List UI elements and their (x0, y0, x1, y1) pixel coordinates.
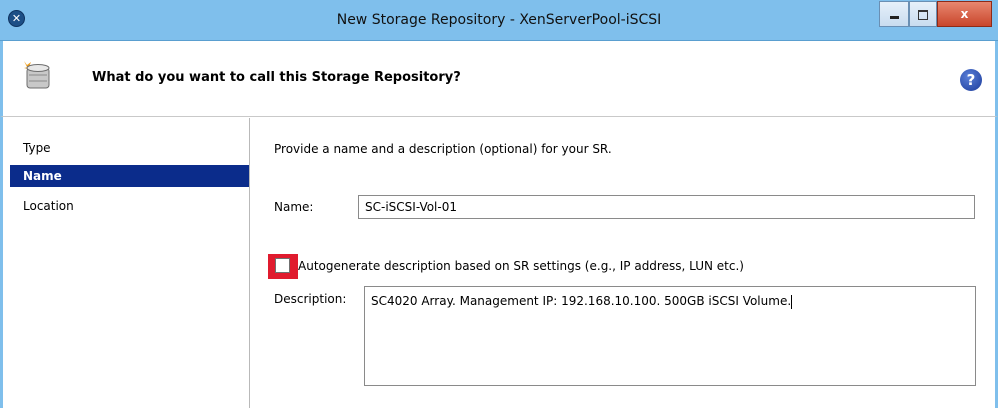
sidebar-item-type[interactable]: Type (10, 137, 249, 159)
storage-repository-icon (24, 61, 50, 89)
description-field[interactable]: SC4020 Array. Management IP: 192.168.10.… (364, 286, 976, 386)
wizard-header: What do you want to call this Storage Re… (0, 41, 998, 117)
autogenerate-checkbox[interactable] (275, 258, 290, 273)
close-icon: x (960, 7, 969, 21)
intro-text: Provide a name and a description (option… (274, 142, 612, 156)
minimize-button[interactable] (879, 1, 909, 27)
maximize-icon (918, 9, 928, 20)
description-label: Description: (274, 292, 347, 306)
minimize-icon (889, 16, 899, 19)
sidebar-item-name[interactable]: Name (10, 165, 249, 187)
page-title: What do you want to call this Storage Re… (92, 70, 461, 85)
name-input[interactable] (358, 195, 975, 219)
window-title: New Storage Repository - XenServerPool-i… (336, 12, 662, 28)
help-icon[interactable]: ? (960, 69, 982, 91)
name-label: Name: (274, 200, 314, 214)
autogenerate-label[interactable]: Autogenerate description based on SR set… (298, 259, 744, 273)
title-bar[interactable]: ✕ New Storage Repository - XenServerPool… (0, 0, 998, 41)
sidebar-item-location[interactable]: Location (10, 195, 249, 217)
description-text: SC4020 Array. Management IP: 192.168.10.… (371, 294, 792, 308)
text-caret (791, 294, 793, 309)
maximize-button[interactable] (909, 1, 937, 27)
wizard-steps-sidebar: Type Name Location (10, 118, 250, 408)
close-button[interactable]: x (937, 1, 992, 27)
